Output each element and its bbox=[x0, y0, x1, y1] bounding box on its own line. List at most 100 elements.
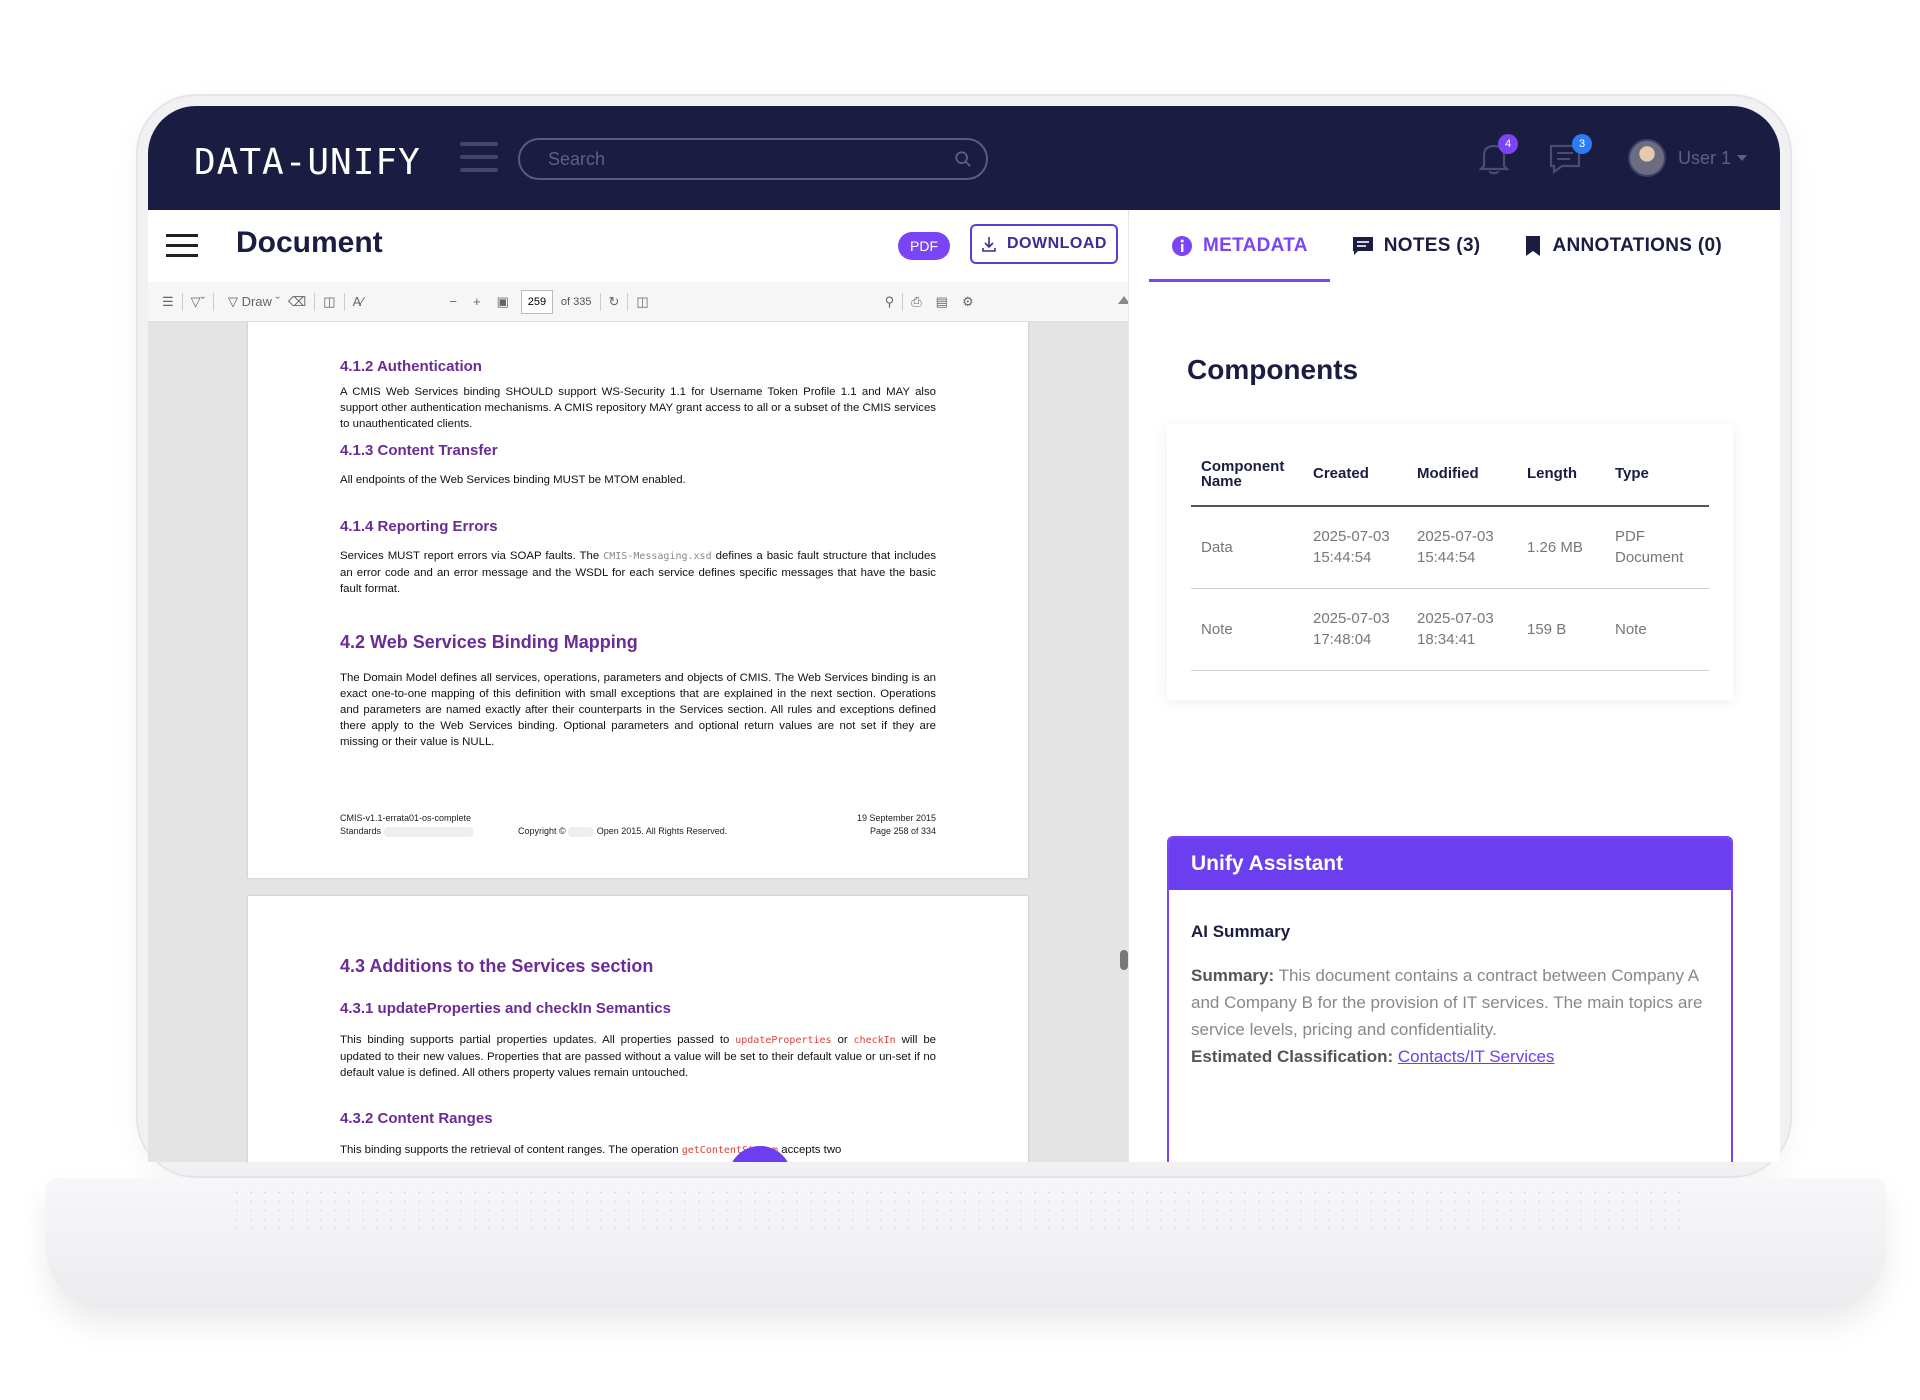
cell-modified: 2025-07-03 18:34:41 bbox=[1407, 588, 1517, 671]
tab-label: NOTES (3) bbox=[1383, 235, 1481, 256]
page-title: Document bbox=[236, 226, 383, 259]
search-icon[interactable] bbox=[954, 150, 972, 168]
pdf-viewport[interactable]: 4.1.2 Authentication A CMIS Web Services… bbox=[148, 322, 1128, 1162]
toolbar-divider bbox=[181, 292, 183, 311]
section-heading: 4.1.3 Content Transfer bbox=[340, 442, 498, 459]
cell-name: Note bbox=[1191, 588, 1303, 671]
highlight-icon[interactable]: ▽ˇ bbox=[191, 290, 205, 314]
layout-icon[interactable]: ◫ bbox=[323, 290, 335, 314]
section-heading: 4.3 Additions to the Services section bbox=[340, 956, 654, 976]
outline-icon[interactable]: ☰ bbox=[162, 290, 174, 314]
search-input[interactable] bbox=[520, 140, 986, 178]
assistant-panel: Unify Assistant AI Summary Summary: This… bbox=[1167, 836, 1733, 1162]
cell-created: 2025-07-03 17:48:04 bbox=[1303, 588, 1407, 671]
tab-notes[interactable]: NOTES (3) bbox=[1330, 210, 1503, 282]
ai-summary-heading: AI Summary bbox=[1191, 922, 1291, 941]
eraser-icon[interactable]: ⌫ bbox=[288, 290, 306, 314]
toolbar-divider bbox=[902, 292, 904, 311]
messages-button[interactable]: 3 bbox=[1548, 134, 1592, 176]
assistant-title: Unify Assistant bbox=[1169, 838, 1731, 890]
download-icon bbox=[982, 237, 996, 252]
section-text: The Domain Model defines all services, o… bbox=[340, 672, 936, 748]
download-label: DOWNLOAD bbox=[1007, 235, 1107, 252]
cell-type: Note bbox=[1605, 588, 1709, 671]
pdf-toolbar: ☰ ▽ˇ ▽ Draw ˇ ⌫ ◫ A⁄ − + ▣ of 335 ↻ ◫ ⚲ … bbox=[148, 282, 1128, 322]
summary-label: Summary: bbox=[1191, 966, 1275, 985]
tab-label: ANNOTATIONS (0) bbox=[1552, 235, 1722, 256]
user-name: User 1 bbox=[1678, 147, 1732, 168]
document-header: Document PDF DOWNLOAD bbox=[148, 210, 1128, 282]
toolbar-divider bbox=[627, 292, 629, 311]
classification-link[interactable]: Contacts/IT Services bbox=[1398, 1047, 1555, 1066]
scrollbar-thumb[interactable] bbox=[1120, 950, 1128, 970]
components-title: Components bbox=[1187, 354, 1359, 385]
components-table: Component Name Created Modified Length T… bbox=[1191, 442, 1709, 671]
notifications-badge: 4 bbox=[1498, 134, 1518, 154]
page-view-icon[interactable]: ◫ bbox=[636, 290, 648, 314]
file-type-badge: PDF bbox=[898, 232, 950, 260]
note-icon bbox=[1352, 237, 1373, 255]
column-header: Created bbox=[1303, 442, 1407, 507]
classification-label: Estimated Classification: bbox=[1191, 1047, 1394, 1066]
code-span: updateProperties bbox=[735, 1035, 832, 1046]
page-footer-left: CMIS-v1.1-errata01-os-complete Standards bbox=[340, 812, 474, 838]
chevron-down-icon bbox=[1737, 155, 1748, 161]
tab-metadata[interactable]: METADATA bbox=[1149, 210, 1330, 282]
draw-label: Draw bbox=[241, 294, 272, 309]
section-heading: 4.3.2 Content Ranges bbox=[340, 1110, 493, 1127]
section-text: All endpoints of the Web Services bindin… bbox=[340, 474, 686, 486]
footer-doc-id: CMIS-v1.1-errata01-os-complete bbox=[340, 813, 472, 823]
ai-summary-body: Summary: This document contains a contra… bbox=[1191, 962, 1711, 1070]
footer-page: Page 258 of 334 bbox=[869, 826, 936, 836]
find-icon[interactable]: ⚲ bbox=[885, 290, 895, 314]
code-span: checkIn bbox=[853, 1035, 896, 1046]
read-aloud-icon[interactable]: A⁄ bbox=[353, 290, 364, 314]
code-span: CMIS-Messaging.xsd bbox=[603, 551, 712, 562]
column-header: Modified bbox=[1407, 442, 1517, 507]
pdf-page: 4.3 Additions to the Services section 4.… bbox=[248, 896, 1028, 1162]
zoom-out-icon[interactable]: − bbox=[449, 290, 457, 314]
laptop-screen: DATA-UNIFY 4 3 User 1 Document PDF DO bbox=[148, 106, 1780, 1162]
print-icon[interactable]: ⎙ bbox=[911, 290, 921, 314]
table-row[interactable]: Note 2025-07-03 17:48:04 2025-07-03 18:3… bbox=[1191, 588, 1709, 671]
cell-type: PDF Document bbox=[1605, 506, 1709, 589]
sidebar-toggle-icon[interactable] bbox=[460, 142, 498, 172]
cell-created: 2025-07-03 15:44:54 bbox=[1303, 506, 1407, 589]
cell-modified: 2025-07-03 15:44:54 bbox=[1407, 506, 1517, 589]
notifications-button[interactable]: 4 bbox=[1478, 134, 1518, 176]
pdf-page: 4.1.2 Authentication A CMIS Web Services… bbox=[248, 322, 1028, 878]
fit-page-icon[interactable]: ▣ bbox=[497, 290, 509, 314]
user-menu[interactable]: User 1 bbox=[1628, 138, 1748, 178]
cell-name: Data bbox=[1191, 506, 1303, 589]
section-heading: 4.3.1 updateProperties and checkIn Seman… bbox=[340, 1000, 671, 1017]
column-header: Type bbox=[1605, 442, 1709, 507]
section-heading: 4.1.4 Reporting Errors bbox=[340, 518, 498, 535]
cell-length: 159 B bbox=[1517, 588, 1605, 671]
menu-icon[interactable] bbox=[166, 234, 198, 257]
search-box[interactable] bbox=[518, 138, 988, 180]
toolbar-divider bbox=[212, 292, 214, 311]
toolbar-divider bbox=[343, 292, 345, 311]
top-navbar: DATA-UNIFY 4 3 User 1 bbox=[148, 106, 1780, 210]
messages-badge: 3 bbox=[1572, 134, 1592, 154]
section-text: This binding supports partial properties… bbox=[340, 1034, 936, 1079]
tab-annotations[interactable]: ANNOTATIONS (0) bbox=[1502, 210, 1744, 282]
tab-bar: METADATA NOTES (3) ANNOTATIONS (0) bbox=[1129, 210, 1780, 282]
settings-icon[interactable]: ⚙ bbox=[962, 290, 974, 314]
section-heading: 4.1.2 Authentication bbox=[340, 358, 482, 375]
page-number-input[interactable] bbox=[520, 289, 553, 314]
download-button[interactable]: DOWNLOAD bbox=[970, 224, 1118, 264]
tab-label: METADATA bbox=[1203, 235, 1308, 256]
brand-logo[interactable]: DATA-UNIFY bbox=[194, 142, 421, 183]
rotate-icon[interactable]: ↻ bbox=[609, 290, 620, 314]
info-icon bbox=[1172, 236, 1192, 256]
page-footer-right: 19 September 2015 Page 258 of 334 bbox=[857, 812, 936, 838]
draw-tool[interactable]: ▽ Draw ˇ bbox=[228, 290, 280, 314]
save-icon[interactable]: ▤ bbox=[936, 290, 948, 314]
table-header-row: Component Name Created Modified Length T… bbox=[1191, 442, 1709, 507]
column-header: Component Name bbox=[1191, 442, 1303, 507]
section-text: A CMIS Web Services binding SHOULD suppo… bbox=[340, 386, 936, 430]
zoom-in-icon[interactable]: + bbox=[473, 290, 481, 314]
document-pane: Document PDF DOWNLOAD ☰ ▽ˇ ▽ Draw ˇ ⌫ ◫ … bbox=[148, 210, 1130, 1162]
table-row[interactable]: Data 2025-07-03 15:44:54 2025-07-03 15:4… bbox=[1191, 506, 1709, 589]
